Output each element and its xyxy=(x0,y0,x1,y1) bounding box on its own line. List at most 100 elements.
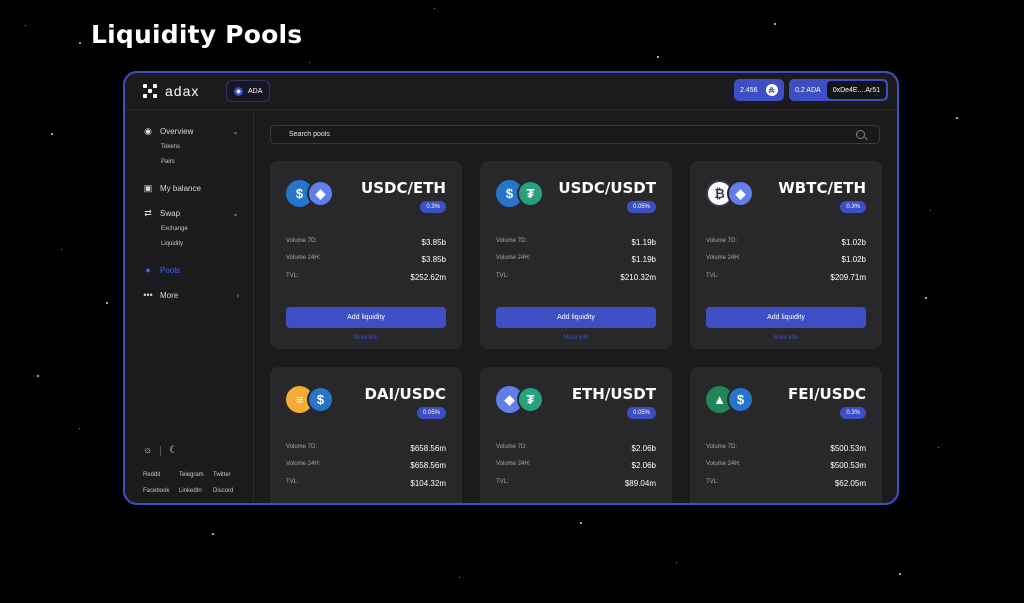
balance-chip[interactable]: 2.456 ₳ xyxy=(734,79,784,101)
more-info-link[interactable]: More info xyxy=(690,335,882,341)
drop-icon: ● xyxy=(145,265,151,275)
pool-card: ◆ ₮ ETH/USDT 0.05% Volume 7D: $2.06b Volu… xyxy=(480,367,672,503)
volume-7d: $500.53m xyxy=(830,444,866,453)
star xyxy=(459,577,460,578)
sidebar-item-label: Overview xyxy=(160,126,194,136)
usdt-icon: ₮ xyxy=(517,180,544,207)
stat-row: TVL: $89.04m xyxy=(496,479,656,488)
sidebar-item-tokens[interactable]: Tokens xyxy=(161,144,180,150)
stat-label: Volume 24H: xyxy=(286,255,321,261)
main-content: $ ◆ USDC/ETH 0.3% Volume 7D: $3.85b Volum… xyxy=(254,110,897,503)
pair-icons: ≡ $ xyxy=(286,386,336,416)
volume-24h: $3.85b xyxy=(421,255,446,264)
network-label: ADA xyxy=(248,87,263,95)
volume-24h: $500.53m xyxy=(830,461,866,470)
sidebar-item-overview[interactable]: ◉ Overview ⌄ xyxy=(143,126,239,136)
add-liquidity-button[interactable]: Add liquidity xyxy=(706,307,866,328)
volume-24h: $1.02b xyxy=(841,255,866,264)
star xyxy=(774,23,776,25)
eth-icon: ◆ xyxy=(727,180,754,207)
wallet-button[interactable]: 0.2 ADA 0xDe4E....Ar51 xyxy=(789,79,889,101)
star xyxy=(676,562,677,563)
sidebar-item-pairs[interactable]: Pairs xyxy=(161,159,175,165)
search-input[interactable] xyxy=(287,130,851,139)
more-info-link[interactable]: More info xyxy=(270,335,462,341)
more-info-link[interactable]: More info xyxy=(480,335,672,341)
star xyxy=(434,8,435,9)
stat-row: Volume 24H: $1.02b xyxy=(706,255,866,264)
tvl: $252.62m xyxy=(410,273,446,282)
stat-row: Volume 7D: $1.19b xyxy=(496,238,656,247)
more-dots-icon: ••• xyxy=(143,290,153,300)
wallet-icon: ▣ xyxy=(143,182,153,193)
usdc-icon: $ xyxy=(727,386,754,413)
volume-24h: $1.19b xyxy=(631,255,656,264)
star xyxy=(212,533,214,535)
tvl: $62.05m xyxy=(834,479,866,488)
sidebar-item-label: More xyxy=(160,290,179,300)
tvl: $104.32m xyxy=(410,479,446,488)
star xyxy=(61,249,62,250)
pool-pair: USDC/USDT xyxy=(558,179,656,197)
stat-row: Volume 24H: $658.56m xyxy=(286,461,446,470)
tvl: $209.71m xyxy=(830,273,866,282)
tvl: $89.04m xyxy=(624,479,656,488)
stat-label: TVL: xyxy=(706,479,719,485)
star xyxy=(657,56,659,58)
pool-pair: FEI/USDC xyxy=(788,385,866,403)
social-link-telegram[interactable]: Telegram xyxy=(179,472,204,478)
network-chip[interactable]: ◆ ADA xyxy=(226,80,271,102)
add-liquidity-button[interactable]: Add liquidity xyxy=(286,307,446,328)
sidebar-item-swap[interactable]: ⇄ Swap ⌄ xyxy=(143,208,239,218)
social-link-facebook[interactable]: Facebook xyxy=(143,488,169,494)
star xyxy=(79,428,80,429)
social-link-linkedin[interactable]: LinkedIn xyxy=(179,488,202,494)
add-liquidity-button[interactable]: Add liquidity xyxy=(496,307,656,328)
search-icon[interactable] xyxy=(856,130,865,139)
sidebar-item-exchange[interactable]: Exchange xyxy=(161,226,188,232)
pool-card: ▲ $ FEI/USDC 0.3% Volume 7D: $500.53m Vol… xyxy=(690,367,882,503)
sidebar-item-my-balance[interactable]: ▣ My balance xyxy=(143,183,239,193)
sidebar-item-more[interactable]: ••• More › xyxy=(143,290,239,300)
sidebar-item-label: Swap xyxy=(160,208,181,218)
pool-pair: USDC/ETH xyxy=(361,179,446,197)
star xyxy=(37,375,39,377)
stat-label: TVL: xyxy=(496,273,509,279)
fee-badge: 0.05% xyxy=(626,407,656,419)
stat-row: TVL: $104.32m xyxy=(286,479,446,488)
sidebar-item-label: My balance xyxy=(160,183,201,193)
sidebar-item-liquidity[interactable]: Liquidity xyxy=(161,241,183,247)
fee-badge: 0.3% xyxy=(420,201,446,213)
stat-label: TVL: xyxy=(286,273,299,279)
stat-row: Volume 7D: $1.02b xyxy=(706,238,866,247)
stat-row: TVL: $210.32m xyxy=(496,273,656,282)
stat-label: Volume 7D: xyxy=(496,238,528,244)
pair-icons: ◆ ₮ xyxy=(496,386,546,416)
logo[interactable]: adax xyxy=(143,83,199,99)
pool-pair: WBTC/ETH xyxy=(778,179,866,197)
wallet-address: 0xDe4E....Ar51 xyxy=(826,81,887,99)
pool-pair: DAI/USDC xyxy=(364,385,446,403)
volume-7d: $2.06b xyxy=(631,444,656,453)
pair-icons: ₿ ◆ xyxy=(706,180,756,210)
sidebar-item-label: Pools xyxy=(160,265,181,275)
star xyxy=(930,210,931,211)
stat-label: Volume 7D: xyxy=(706,444,738,450)
cardano-icon: ◆ xyxy=(234,86,243,96)
theme-toggle: ☼ ☾ xyxy=(143,445,178,456)
social-link-reddit[interactable]: Reddit xyxy=(143,472,160,478)
stat-label: Volume 24H: xyxy=(496,255,531,261)
chevron-right-icon: › xyxy=(236,290,239,300)
sun-icon[interactable]: ☼ xyxy=(143,445,152,456)
volume-7d: $3.85b xyxy=(421,238,446,247)
search-bar xyxy=(270,125,880,144)
social-link-twitter[interactable]: Twitter xyxy=(213,472,231,478)
stat-row: Volume 7D: $2.06b xyxy=(496,444,656,453)
adax-logo-icon xyxy=(143,84,157,98)
stat-row: Volume 24H: $1.19b xyxy=(496,255,656,264)
fee-badge: 0.3% xyxy=(840,201,866,213)
sidebar-item-pools[interactable]: ● Pools xyxy=(143,265,239,275)
fee-badge: 0.05% xyxy=(416,407,446,419)
moon-icon[interactable]: ☾ xyxy=(169,445,178,456)
social-link-discord[interactable]: Discord xyxy=(213,488,233,494)
